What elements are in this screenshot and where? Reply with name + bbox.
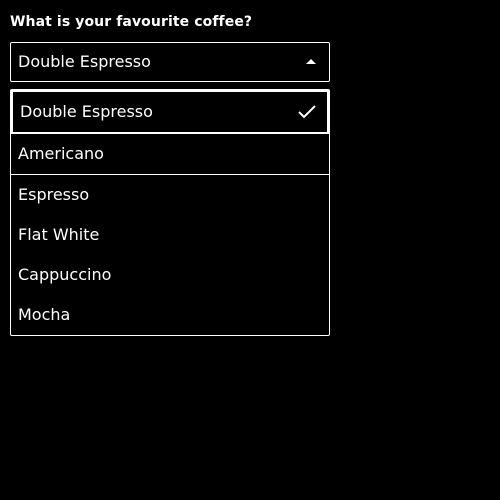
option-label: Mocha [18,305,71,324]
check-icon [298,105,316,119]
caret-up-icon [306,59,316,64]
option-label: Double Espresso [20,102,153,121]
option-label: Flat White [18,225,100,244]
option-cappuccino[interactable]: Cappuccino [11,255,329,295]
option-label: Americano [18,144,104,163]
option-mocha[interactable]: Mocha [11,295,329,335]
option-label: Cappuccino [18,265,112,284]
selected-value: Double Espresso [18,52,151,71]
question-label: What is your favourite coffee? [10,14,253,30]
option-flat-white[interactable]: Flat White [11,215,329,255]
option-americano[interactable]: Americano [11,134,329,174]
option-espresso[interactable]: Espresso [11,175,329,215]
coffee-select[interactable]: Double Espresso [10,42,330,82]
coffee-options-listbox: Double Espresso Americano Espresso Flat … [10,89,330,336]
option-double-espresso[interactable]: Double Espresso [11,90,329,134]
option-label: Espresso [18,185,90,204]
